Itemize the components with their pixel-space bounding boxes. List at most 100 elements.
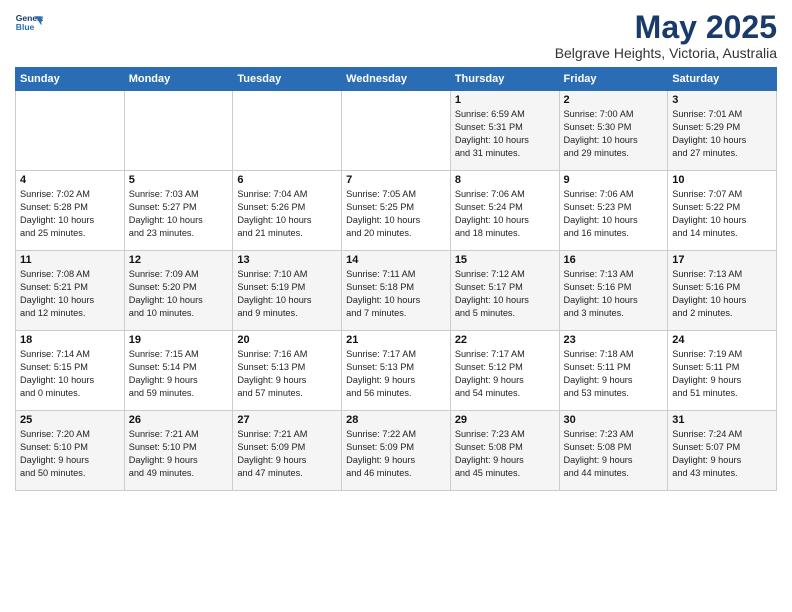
calendar-cell	[342, 91, 451, 171]
calendar-cell: 4Sunrise: 7:02 AM Sunset: 5:28 PM Daylig…	[16, 171, 125, 251]
day-number: 15	[455, 254, 555, 266]
day-info: Sunrise: 7:17 AM Sunset: 5:13 PM Dayligh…	[346, 348, 446, 400]
calendar-table: SundayMondayTuesdayWednesdayThursdayFrid…	[15, 67, 777, 491]
day-header-wednesday: Wednesday	[342, 68, 451, 91]
calendar-body: 1Sunrise: 6:59 AM Sunset: 5:31 PM Daylig…	[16, 91, 777, 491]
day-info: Sunrise: 7:16 AM Sunset: 5:13 PM Dayligh…	[237, 348, 337, 400]
day-header-sunday: Sunday	[16, 68, 125, 91]
calendar-cell: 7Sunrise: 7:05 AM Sunset: 5:25 PM Daylig…	[342, 171, 451, 251]
day-header-saturday: Saturday	[668, 68, 777, 91]
day-info: Sunrise: 7:04 AM Sunset: 5:26 PM Dayligh…	[237, 188, 337, 240]
calendar-cell: 29 Sunrise: 7:23 AM Sunset: 5:08 PM Dayli…	[450, 411, 559, 491]
day-number: 4	[20, 174, 120, 186]
calendar-title: May 2025	[555, 10, 777, 45]
calendar-cell: 12Sunrise: 7:09 AM Sunset: 5:20 PM Dayli…	[124, 251, 233, 331]
calendar-week-5: 25 Sunrise: 7:20 AM Sunset: 5:10 PM Dayli…	[16, 411, 777, 491]
calendar-cell: 31 Sunrise: 7:24 AM Sunset: 5:07 PM Dayli…	[668, 411, 777, 491]
day-info: Sunrise: 7:14 AM Sunset: 5:15 PM Dayligh…	[20, 348, 120, 400]
day-info: Sunrise: 7:21 AM Sunset: 5:10 PM Dayligh…	[129, 428, 229, 480]
calendar-cell	[233, 91, 342, 171]
calendar-cell: 22 Sunrise: 7:17 AM Sunset: 5:12 PM Dayli…	[450, 331, 559, 411]
svg-text:Blue: Blue	[16, 22, 35, 32]
day-info: Sunrise: 7:20 AM Sunset: 5:10 PM Dayligh…	[20, 428, 120, 480]
calendar-cell: 6 Sunrise: 7:04 AM Sunset: 5:26 PM Daylig…	[233, 171, 342, 251]
calendar-cell: 25 Sunrise: 7:20 AM Sunset: 5:10 PM Dayli…	[16, 411, 125, 491]
calendar-cell: 8 Sunrise: 7:06 AM Sunset: 5:24 PM Daylig…	[450, 171, 559, 251]
calendar-cell: 23Sunrise: 7:18 AM Sunset: 5:11 PM Dayli…	[559, 331, 668, 411]
calendar-cell: 20 Sunrise: 7:16 AM Sunset: 5:13 PM Dayli…	[233, 331, 342, 411]
day-info: Sunrise: 7:10 AM Sunset: 5:19 PM Dayligh…	[237, 268, 337, 320]
day-info: Sunrise: 7:01 AM Sunset: 5:29 PM Dayligh…	[672, 108, 772, 160]
day-header-tuesday: Tuesday	[233, 68, 342, 91]
day-info: Sunrise: 7:24 AM Sunset: 5:07 PM Dayligh…	[672, 428, 772, 480]
calendar-cell	[124, 91, 233, 171]
day-header-monday: Monday	[124, 68, 233, 91]
day-number: 27	[237, 414, 337, 426]
day-info: Sunrise: 7:00 AM Sunset: 5:30 PM Dayligh…	[564, 108, 664, 160]
calendar-cell: 24 Sunrise: 7:19 AM Sunset: 5:11 PM Dayli…	[668, 331, 777, 411]
day-info: Sunrise: 7:23 AM Sunset: 5:08 PM Dayligh…	[564, 428, 664, 480]
day-info: Sunrise: 7:21 AM Sunset: 5:09 PM Dayligh…	[237, 428, 337, 480]
calendar-cell: 5Sunrise: 7:03 AM Sunset: 5:27 PM Daylig…	[124, 171, 233, 251]
day-number: 22	[455, 334, 555, 346]
day-number: 8	[455, 174, 555, 186]
day-info: Sunrise: 7:15 AM Sunset: 5:14 PM Dayligh…	[129, 348, 229, 400]
day-info: Sunrise: 7:17 AM Sunset: 5:12 PM Dayligh…	[455, 348, 555, 400]
calendar-cell: 14Sunrise: 7:11 AM Sunset: 5:18 PM Dayli…	[342, 251, 451, 331]
day-number: 28	[346, 414, 446, 426]
day-number: 26	[129, 414, 229, 426]
day-header-friday: Friday	[559, 68, 668, 91]
day-info: Sunrise: 7:09 AM Sunset: 5:20 PM Dayligh…	[129, 268, 229, 320]
day-number: 18	[20, 334, 120, 346]
calendar-cell: 9 Sunrise: 7:06 AM Sunset: 5:23 PM Daylig…	[559, 171, 668, 251]
day-number: 11	[20, 254, 120, 266]
calendar-week-3: 11 Sunrise: 7:08 AM Sunset: 5:21 PM Dayli…	[16, 251, 777, 331]
calendar-cell: 26 Sunrise: 7:21 AM Sunset: 5:10 PM Dayli…	[124, 411, 233, 491]
day-info: Sunrise: 7:12 AM Sunset: 5:17 PM Dayligh…	[455, 268, 555, 320]
calendar-cell: 11 Sunrise: 7:08 AM Sunset: 5:21 PM Dayli…	[16, 251, 125, 331]
calendar-cell	[16, 91, 125, 171]
calendar-cell: 19Sunrise: 7:15 AM Sunset: 5:14 PM Dayli…	[124, 331, 233, 411]
day-number: 31	[672, 414, 772, 426]
calendar-cell: 13 Sunrise: 7:10 AM Sunset: 5:19 PM Dayli…	[233, 251, 342, 331]
day-number: 14	[346, 254, 446, 266]
calendar-cell: 16 Sunrise: 7:13 AM Sunset: 5:16 PM Dayli…	[559, 251, 668, 331]
day-number: 16	[564, 254, 664, 266]
calendar-cell: 10 Sunrise: 7:07 AM Sunset: 5:22 PM Dayli…	[668, 171, 777, 251]
day-info: Sunrise: 7:07 AM Sunset: 5:22 PM Dayligh…	[672, 188, 772, 240]
day-number: 13	[237, 254, 337, 266]
day-info: Sunrise: 7:22 AM Sunset: 5:09 PM Dayligh…	[346, 428, 446, 480]
calendar-cell: 28 Sunrise: 7:22 AM Sunset: 5:09 PM Dayli…	[342, 411, 451, 491]
calendar-cell: 3 Sunrise: 7:01 AM Sunset: 5:29 PM Daylig…	[668, 91, 777, 171]
calendar-header-row: SundayMondayTuesdayWednesdayThursdayFrid…	[16, 68, 777, 91]
day-info: Sunrise: 6:59 AM Sunset: 5:31 PM Dayligh…	[455, 108, 555, 160]
calendar-cell: 27 Sunrise: 7:21 AM Sunset: 5:09 PM Dayli…	[233, 411, 342, 491]
day-number: 6	[237, 174, 337, 186]
day-info: Sunrise: 7:19 AM Sunset: 5:11 PM Dayligh…	[672, 348, 772, 400]
day-info: Sunrise: 7:13 AM Sunset: 5:16 PM Dayligh…	[672, 268, 772, 320]
day-number: 9	[564, 174, 664, 186]
day-number: 10	[672, 174, 772, 186]
day-number: 29	[455, 414, 555, 426]
calendar-week-4: 18 Sunrise: 7:14 AM Sunset: 5:15 PM Dayli…	[16, 331, 777, 411]
calendar-cell: 1Sunrise: 6:59 AM Sunset: 5:31 PM Daylig…	[450, 91, 559, 171]
day-info: Sunrise: 7:06 AM Sunset: 5:24 PM Dayligh…	[455, 188, 555, 240]
day-info: Sunrise: 7:13 AM Sunset: 5:16 PM Dayligh…	[564, 268, 664, 320]
day-info: Sunrise: 7:06 AM Sunset: 5:23 PM Dayligh…	[564, 188, 664, 240]
calendar-week-2: 4Sunrise: 7:02 AM Sunset: 5:28 PM Daylig…	[16, 171, 777, 251]
logo: General Blue	[15, 10, 43, 38]
day-info: Sunrise: 7:08 AM Sunset: 5:21 PM Dayligh…	[20, 268, 120, 320]
calendar-cell: 2Sunrise: 7:00 AM Sunset: 5:30 PM Daylig…	[559, 91, 668, 171]
day-number: 20	[237, 334, 337, 346]
calendar-cell: 30Sunrise: 7:23 AM Sunset: 5:08 PM Dayli…	[559, 411, 668, 491]
calendar-subtitle: Belgrave Heights, Victoria, Australia	[555, 45, 777, 61]
day-number: 24	[672, 334, 772, 346]
title-block: May 2025 Belgrave Heights, Victoria, Aus…	[555, 10, 777, 61]
calendar-header: General Blue May 2025 Belgrave Heights, …	[15, 10, 777, 61]
day-number: 7	[346, 174, 446, 186]
day-info: Sunrise: 7:23 AM Sunset: 5:08 PM Dayligh…	[455, 428, 555, 480]
calendar-cell: 15 Sunrise: 7:12 AM Sunset: 5:17 PM Dayli…	[450, 251, 559, 331]
day-number: 25	[20, 414, 120, 426]
calendar-cell: 18 Sunrise: 7:14 AM Sunset: 5:15 PM Dayli…	[16, 331, 125, 411]
day-number: 3	[672, 94, 772, 106]
